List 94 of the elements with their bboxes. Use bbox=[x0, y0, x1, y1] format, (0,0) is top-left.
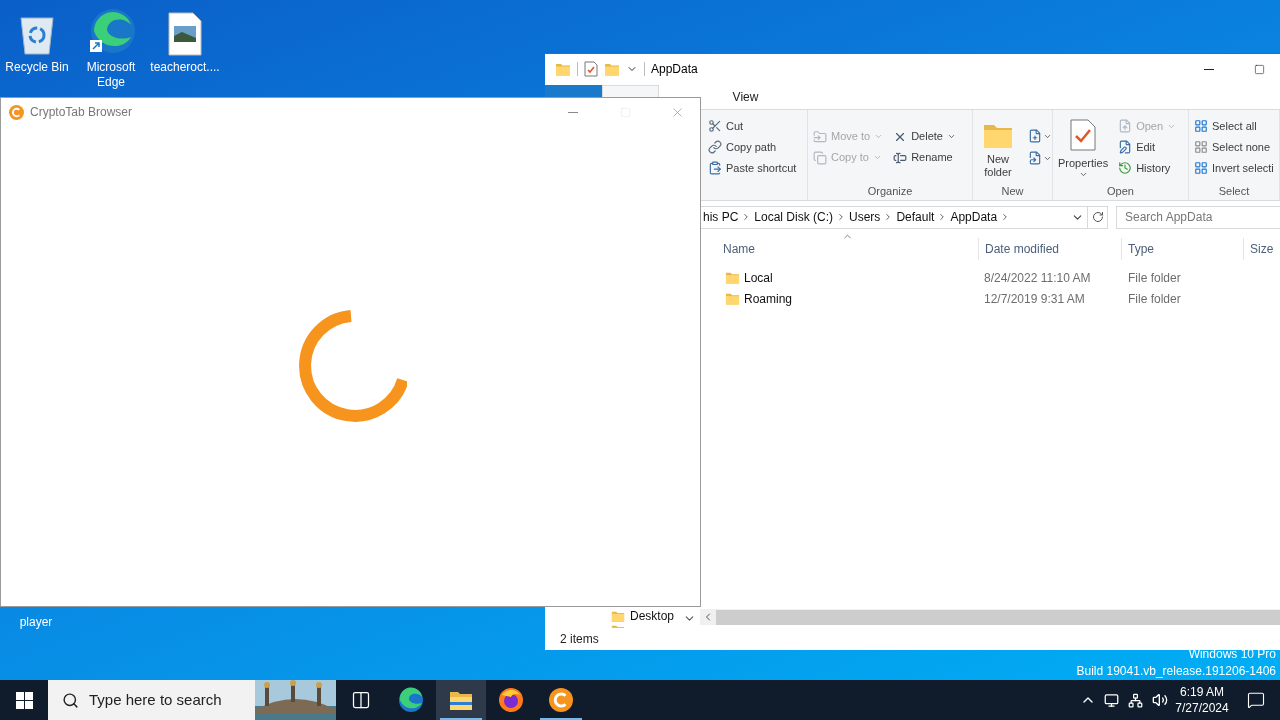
desktop-icon-label[interactable]: Microsoft Edge bbox=[76, 60, 146, 90]
network-icon[interactable] bbox=[1128, 692, 1143, 708]
ribbon-group-label: Organize bbox=[867, 184, 913, 199]
notifications-icon bbox=[1247, 691, 1265, 709]
status-text: 2 items bbox=[560, 631, 599, 648]
search-icon bbox=[62, 691, 79, 709]
ribbon-button[interactable]: Paste shortcut bbox=[706, 157, 799, 179]
address-bar[interactable]: his PC Local Disk (C:) Users Default AppData bbox=[700, 205, 1088, 229]
desktop-icon-label[interactable]: teacheroct.... bbox=[150, 60, 220, 75]
firefox-icon bbox=[498, 687, 524, 713]
breadcrumb-item[interactable]: Local Disk (C:) bbox=[751, 208, 837, 226]
ribbon-button[interactable]: Invert selecti bbox=[1192, 157, 1276, 179]
windows-logo-icon bbox=[15, 691, 33, 709]
ribbon-group-label: New bbox=[1001, 184, 1024, 199]
folder-icon bbox=[725, 291, 740, 306]
window-title: AppData bbox=[651, 61, 698, 78]
taskbar-app-button[interactable] bbox=[436, 680, 486, 720]
folder-arrow-icon bbox=[813, 129, 827, 144]
ribbon-button[interactable]: History bbox=[1116, 157, 1179, 179]
file-date: 12/7/2019 9:31 AM bbox=[983, 290, 1086, 308]
invert-selection-icon bbox=[1194, 161, 1208, 175]
file-name: Roaming bbox=[744, 290, 793, 308]
properties-icon bbox=[1068, 119, 1099, 151]
ribbon-button[interactable]: Edit bbox=[1116, 136, 1179, 158]
rename-icon bbox=[893, 150, 908, 165]
breadcrumb-item[interactable]: his PC bbox=[700, 208, 742, 226]
caret-icon bbox=[1078, 170, 1088, 179]
file-type: File folder bbox=[1127, 269, 1181, 287]
ribbon-button[interactable]: Delete bbox=[891, 126, 958, 147]
shortcut-icon bbox=[1028, 151, 1042, 165]
breadcrumb-item[interactable]: AppData bbox=[947, 208, 1001, 226]
file-name: Local bbox=[744, 269, 773, 287]
ribbon-button[interactable]: Copy path bbox=[706, 136, 799, 158]
column-header[interactable]: Date modified bbox=[978, 238, 1121, 260]
breadcrumb-item[interactable]: Users bbox=[846, 208, 884, 226]
clipboard-icon bbox=[708, 161, 722, 175]
caret-icon bbox=[946, 132, 956, 141]
ribbon-button[interactable]: Cut bbox=[706, 115, 799, 137]
task-view-icon bbox=[351, 690, 371, 710]
minimize-icon bbox=[1204, 68, 1214, 70]
ribbon-group-label: Open bbox=[1107, 184, 1134, 199]
horizontal-scrollbar[interactable] bbox=[700, 609, 1280, 625]
search-box[interactable]: Type here to search bbox=[48, 680, 336, 720]
volume-icon[interactable] bbox=[1152, 692, 1168, 708]
search-field[interactable]: Search AppData bbox=[1116, 205, 1280, 229]
minimize-icon bbox=[568, 111, 578, 113]
column-header[interactable]: Name bbox=[700, 238, 978, 260]
caret-icon bbox=[872, 153, 882, 162]
open-icon bbox=[1118, 119, 1133, 133]
select-all-icon bbox=[1194, 119, 1208, 133]
desktop-icon-label[interactable]: player bbox=[0, 613, 72, 631]
history-icon bbox=[1118, 161, 1133, 175]
desktop-icon-label[interactable]: Recycle Bin bbox=[2, 60, 72, 75]
file-row[interactable]: Local 8/24/2022 11:10 AM File folder bbox=[700, 267, 1280, 288]
running-indicator bbox=[440, 718, 482, 720]
file-type: File folder bbox=[1127, 290, 1181, 308]
new-item-icon bbox=[1028, 129, 1042, 143]
cryptotab-icon bbox=[9, 104, 24, 120]
monitor-icon[interactable] bbox=[1104, 692, 1119, 708]
edit-icon bbox=[1118, 140, 1133, 154]
search-placeholder: Type here to search bbox=[89, 689, 222, 710]
link-icon bbox=[708, 140, 722, 154]
ribbon-large-button[interactable]: New folder bbox=[976, 115, 1020, 179]
select-none-icon bbox=[1194, 140, 1208, 154]
ribbon-button[interactable]: Select none bbox=[1192, 136, 1276, 158]
edge-icon bbox=[398, 687, 424, 713]
nav-item[interactable]: Desktop bbox=[611, 608, 683, 623]
clock[interactable]: 6:19 AM 7/27/2024 bbox=[1174, 684, 1230, 716]
os-edition-text: Build 19041.vb_release.191206-1406 bbox=[1076, 663, 1276, 680]
folder-icon bbox=[604, 61, 620, 77]
folder-icon bbox=[555, 61, 571, 77]
ribbon-large-button[interactable]: Properties bbox=[1056, 115, 1111, 179]
ribbon-tab[interactable]: View bbox=[717, 85, 774, 109]
ribbon-button[interactable]: Select all bbox=[1192, 115, 1276, 137]
scissors-icon bbox=[708, 119, 722, 133]
running-indicator bbox=[540, 718, 582, 720]
copy-icon bbox=[813, 150, 827, 165]
folder-icon bbox=[449, 689, 473, 711]
caret-icon bbox=[874, 132, 884, 141]
refresh-icon bbox=[1091, 211, 1104, 223]
maximize-icon bbox=[1253, 63, 1265, 75]
file-row[interactable]: Roaming 12/7/2019 9:31 AM File folder bbox=[700, 288, 1280, 309]
ribbon-button[interactable]: Rename bbox=[891, 147, 958, 168]
properties-icon[interactable] bbox=[584, 61, 598, 77]
breadcrumb-item[interactable]: Default bbox=[893, 208, 938, 226]
file-date: 8/24/2022 11:10 AM bbox=[983, 269, 1092, 287]
ribbon-group-label: Select bbox=[1218, 184, 1250, 199]
column-header[interactable]: Size bbox=[1243, 238, 1280, 260]
refresh-button[interactable] bbox=[1088, 205, 1108, 229]
cryptotab-icon bbox=[549, 688, 573, 712]
column-header[interactable]: Type bbox=[1121, 238, 1243, 260]
window-title: CryptoTab Browser bbox=[30, 104, 133, 121]
image-file-icon bbox=[167, 12, 203, 56]
folder-icon bbox=[725, 270, 740, 285]
